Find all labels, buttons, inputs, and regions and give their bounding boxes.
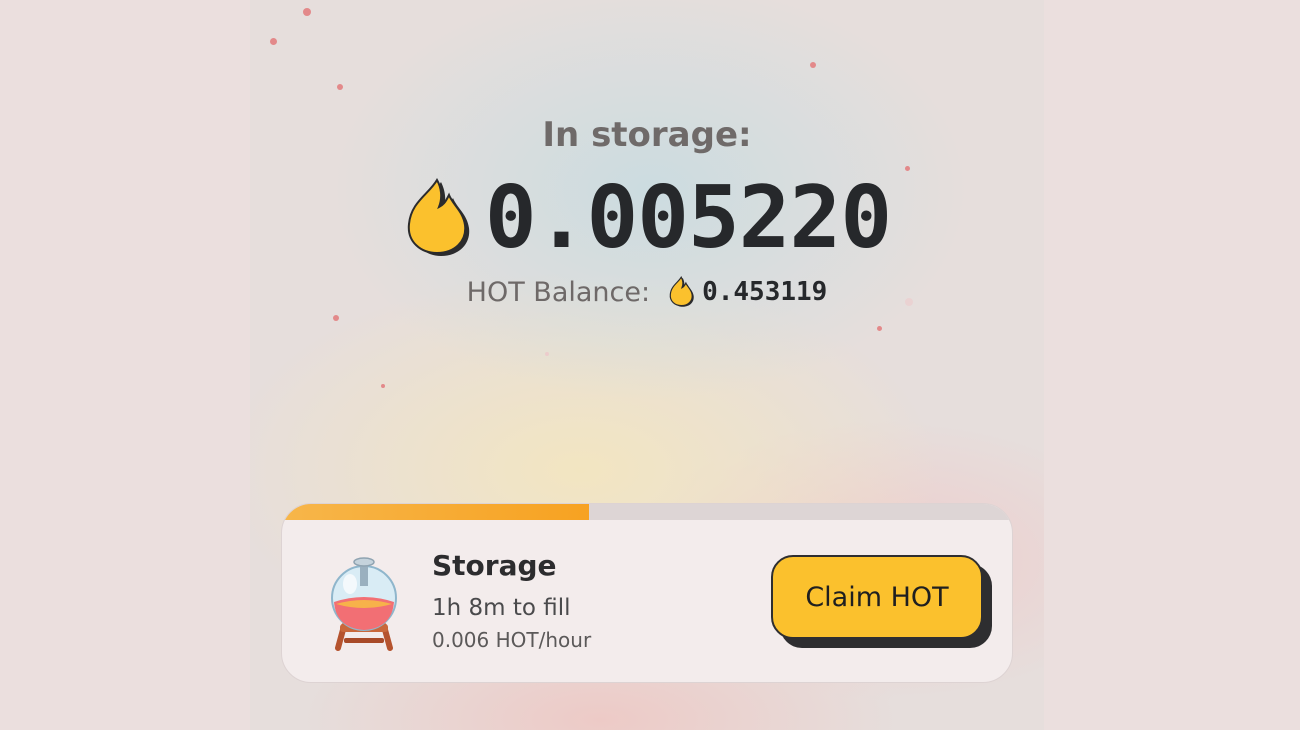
- storage-amount: 0.005220: [484, 168, 892, 268]
- hot-balance-label: HOT Balance:: [466, 276, 651, 308]
- decorative-dot: [381, 384, 385, 388]
- claim-hot-button[interactable]: Claim HOT: [771, 555, 983, 639]
- fire-icon: [669, 276, 694, 307]
- storage-title: Storage: [432, 549, 557, 582]
- decorative-dot: [545, 352, 549, 356]
- in-storage-label: In storage:: [542, 115, 752, 155]
- right-backdrop: [1044, 0, 1300, 730]
- decorative-dot: [877, 326, 882, 331]
- decorative-dot: [333, 315, 339, 321]
- mining-screen: In storage: 0.005220 HOT Balance: 0.4531…: [250, 0, 1044, 730]
- storage-progress-fill: [282, 504, 589, 520]
- storage-flask-icon: [331, 557, 397, 651]
- left-backdrop: [0, 0, 250, 730]
- decorative-dot: [337, 84, 343, 90]
- hot-balance-value: 0.453119: [702, 277, 828, 307]
- decorative-dot: [270, 38, 277, 45]
- storage-card: Storage 1h 8m to fill 0.006 HOT/hour Cla…: [281, 503, 1013, 683]
- fire-icon: [407, 178, 470, 256]
- hot-balance-row: HOT Balance: 0.453119: [250, 276, 1044, 308]
- decorative-dot: [810, 62, 816, 68]
- storage-amount-row: 0.005220: [250, 168, 1044, 268]
- mining-rate: 0.006 HOT/hour: [432, 628, 592, 652]
- storage-progress-bar: [282, 504, 1012, 520]
- time-to-fill: 1h 8m to fill: [432, 595, 571, 621]
- decorative-dot: [303, 8, 311, 16]
